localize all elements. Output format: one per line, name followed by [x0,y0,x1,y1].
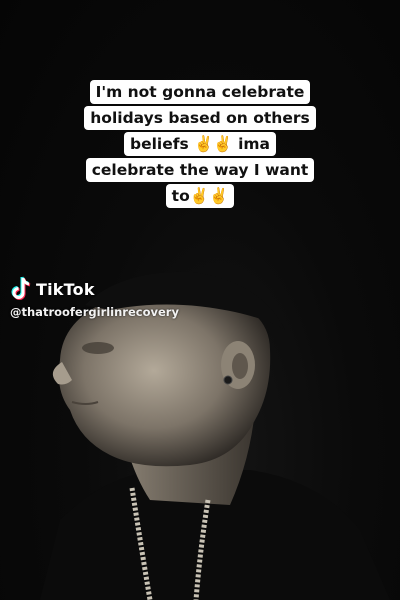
caption-line: I'm not gonna celebrate [89,80,311,104]
tiktok-note-icon [11,276,31,300]
caption-line: beliefs ✌️✌️ ima [123,132,277,156]
video-frame[interactable]: I'm not gonna celebrate holidays based o… [0,0,400,600]
caption-line: celebrate the way I want [85,158,315,182]
tiktok-watermark: TikTok @thatroofergirlinrecovery [10,276,179,319]
caption-line: holidays based on others [84,106,316,130]
caption-line: to✌️✌️ [165,184,235,208]
caption-box: I'm not gonna celebrate holidays based o… [50,80,350,210]
watermark-brand: TikTok [36,279,95,299]
watermark-handle: @thatroofergirlinrecovery [10,305,179,319]
earring [223,375,233,385]
watermark-brand-row: TikTok [10,276,179,302]
